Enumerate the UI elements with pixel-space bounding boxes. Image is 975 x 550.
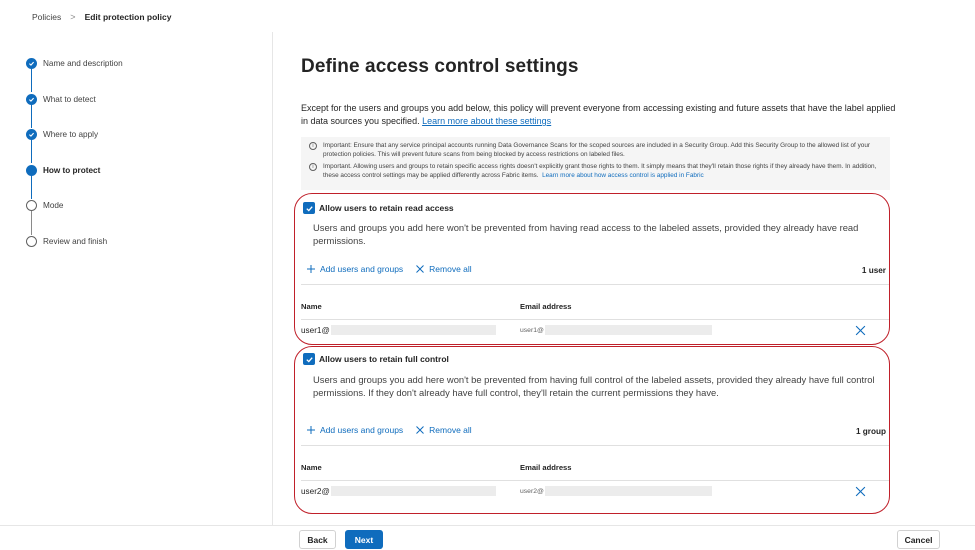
notice-text: Important. Allowing users and groups to … [323, 162, 882, 180]
info-icon: i [309, 163, 317, 171]
pending-step-icon [26, 235, 37, 247]
step-label: Review and finish [43, 236, 108, 246]
step-connector [31, 139, 33, 163]
step-how-to-protect[interactable]: How to protect [26, 164, 100, 176]
notice-text: Important: Ensure that any service princ… [323, 142, 871, 158]
nav-divider [272, 32, 273, 526]
back-button[interactable]: Back [299, 530, 336, 549]
next-button[interactable]: Next [345, 530, 383, 549]
notice-row: i Important: Ensure that any service pri… [309, 141, 882, 159]
current-step-icon [26, 164, 37, 176]
info-icon: i [309, 142, 317, 150]
breadcrumb: Policies > Edit protection policy [32, 10, 171, 24]
step-connector [31, 175, 33, 199]
breadcrumb-policies-link[interactable]: Policies [32, 12, 61, 22]
chevron-right-icon: > [70, 12, 76, 22]
step-label: Where to apply [43, 129, 99, 139]
step-where-to-apply[interactable]: Where to apply [26, 128, 98, 140]
footer-divider [0, 525, 975, 526]
step-connector [31, 104, 33, 128]
intro-text: Except for the users and groups you add … [301, 102, 901, 128]
step-label: How to protect [43, 165, 101, 175]
fabric-learn-more-link[interactable]: Learn more about how access control is a… [542, 172, 704, 179]
checkmark-icon [26, 93, 37, 105]
pending-step-icon [26, 199, 37, 211]
step-review-and-finish[interactable]: Review and finish [26, 235, 107, 247]
step-connector [31, 68, 33, 92]
step-label: What to detect [43, 94, 96, 104]
notice-row: i Important. Allowing users and groups t… [309, 162, 882, 180]
highlight-outline [294, 193, 890, 345]
important-notice: i Important: Ensure that any service pri… [301, 137, 890, 190]
step-label: Name and description [43, 58, 123, 68]
checkmark-icon [26, 128, 37, 140]
step-name-and-description[interactable]: Name and description [26, 57, 123, 69]
cancel-button[interactable]: Cancel [897, 530, 940, 549]
learn-more-link[interactable]: Learn more about these settings [422, 116, 551, 126]
step-mode[interactable]: Mode [26, 199, 63, 211]
page-title: Define access control settings [301, 56, 579, 77]
checkmark-icon [26, 57, 37, 69]
step-what-to-detect[interactable]: What to detect [26, 93, 96, 105]
highlight-outline [294, 346, 890, 514]
step-connector [31, 210, 33, 235]
breadcrumb-current: Edit protection policy [84, 12, 172, 22]
intro-body: Except for the users and groups you add … [301, 103, 896, 126]
step-label: Mode [43, 200, 64, 210]
